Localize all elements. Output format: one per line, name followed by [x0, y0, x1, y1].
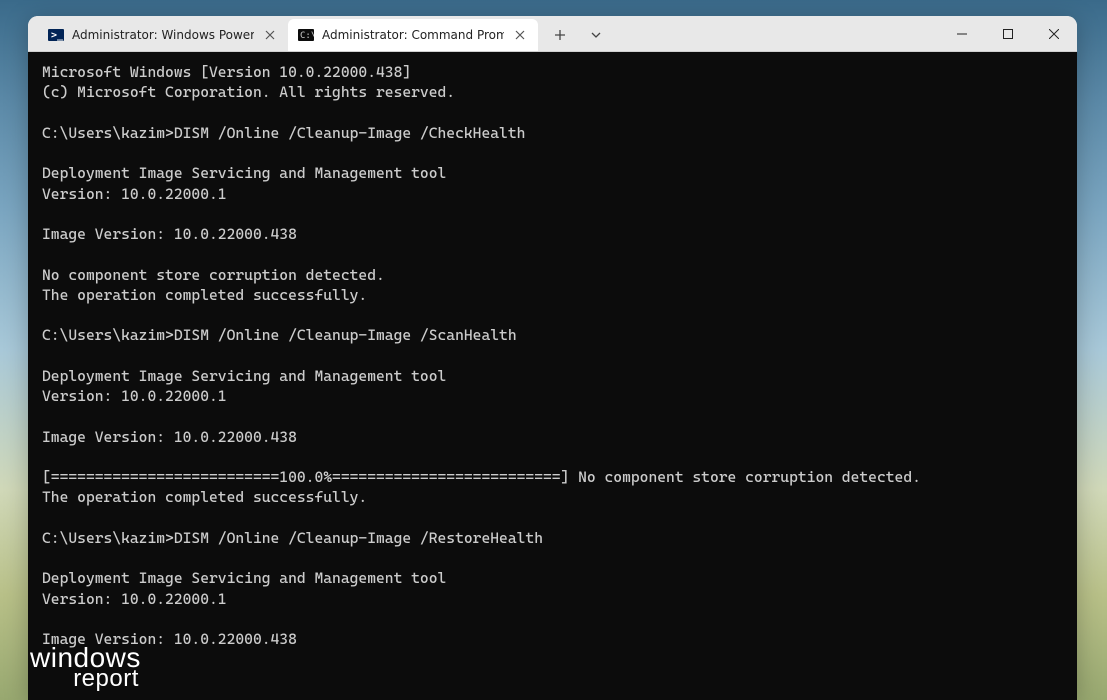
tab-cmd[interactable]: C:\ Administrator: Command Promp	[288, 19, 538, 51]
maximize-button[interactable]	[985, 16, 1031, 51]
tab-powershell[interactable]: >_ Administrator: Windows PowerS	[38, 19, 288, 51]
tab-dropdown-button[interactable]	[580, 19, 612, 51]
cmd-icon: C:\	[298, 27, 314, 43]
window-controls	[939, 16, 1077, 51]
tab-actions	[538, 19, 618, 51]
terminal-window: >_ Administrator: Windows PowerS C:\ Adm…	[28, 16, 1077, 700]
tab-label: Administrator: Command Promp	[322, 28, 504, 42]
tab-label: Administrator: Windows PowerS	[72, 28, 254, 42]
svg-text:C:\: C:\	[300, 31, 314, 41]
tab-strip: >_ Administrator: Windows PowerS C:\ Adm…	[28, 16, 939, 51]
titlebar: >_ Administrator: Windows PowerS C:\ Adm…	[28, 16, 1077, 52]
powershell-icon: >_	[48, 27, 64, 43]
close-button[interactable]	[1031, 16, 1077, 51]
svg-text:>_: >_	[51, 30, 64, 41]
new-tab-button[interactable]	[544, 19, 576, 51]
tab-close-button[interactable]	[512, 27, 528, 43]
minimize-button[interactable]	[939, 16, 985, 51]
terminal-output[interactable]: Microsoft Windows [Version 10.0.22000.43…	[28, 52, 1077, 700]
tab-close-button[interactable]	[262, 27, 278, 43]
